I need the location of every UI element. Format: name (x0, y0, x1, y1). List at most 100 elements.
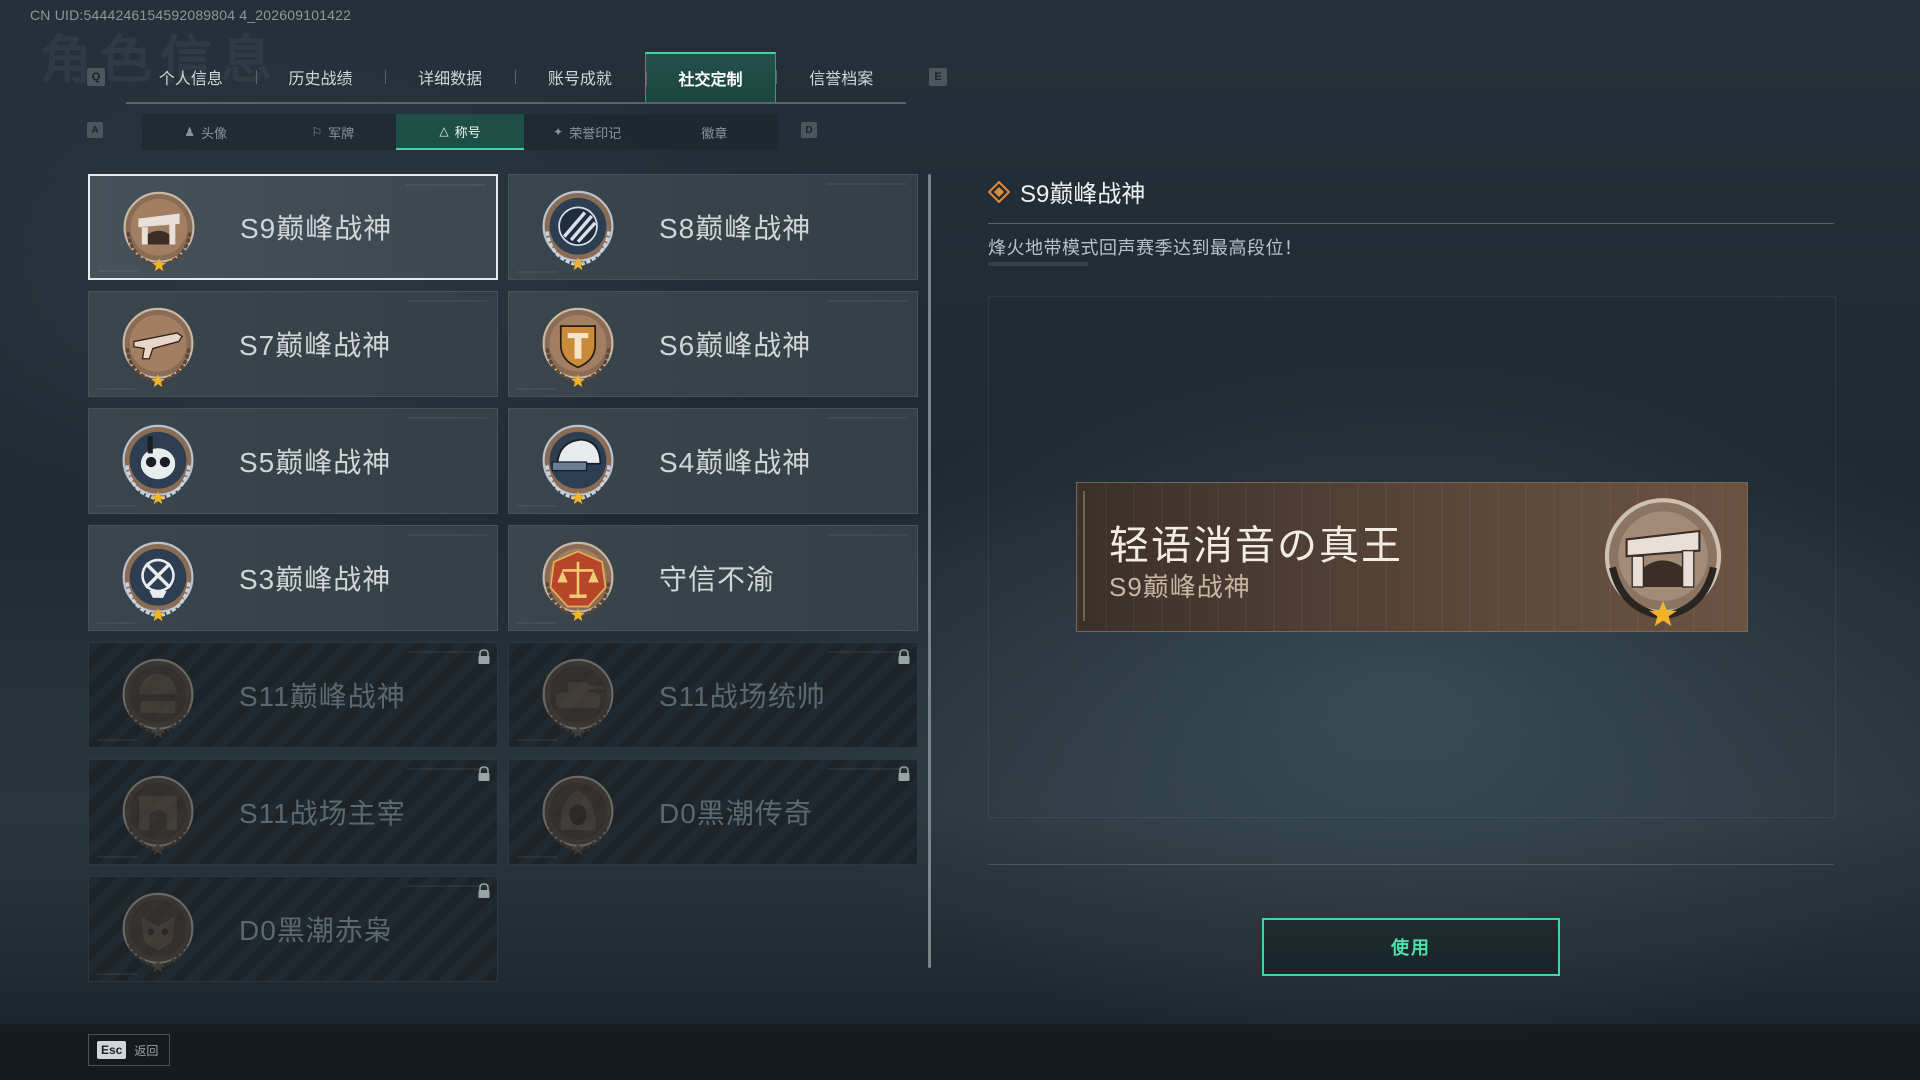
arch-medal-icon (115, 770, 201, 856)
title-card-label: S3巅峰战神 (239, 564, 392, 595)
detail-description: 烽火地带模式回声赛季达到最高段位！ (988, 238, 1303, 258)
e-key-hint[interactable]: E (929, 68, 947, 86)
card-decor (406, 184, 486, 186)
title-card-label: 守信不渝 (659, 564, 776, 595)
sub-tabs: ♟ 头像 ⚐ 军牌 △ 称号 ✦ 荣誉印记 徽章 (142, 114, 778, 150)
person-icon: ♟ (184, 125, 195, 139)
diamond-icon (988, 180, 1010, 203)
title-card[interactable]: S11巅峰战神 (88, 642, 498, 748)
detail-header: S9巅峰战神 (988, 174, 1145, 209)
detail-title-text: S9巅峰战神 (1020, 181, 1146, 208)
scrollbar[interactable] (928, 174, 931, 968)
card-decor (827, 768, 907, 770)
lock-icon (898, 649, 910, 664)
owl-mask-medal-icon (115, 887, 201, 973)
emblem-icon: ✦ (553, 125, 564, 139)
title-card-label: S4巅峰战神 (659, 447, 812, 478)
title-card[interactable]: D0黑潮传奇 (508, 759, 918, 865)
title-card[interactable]: S8巅峰战神 (508, 174, 918, 280)
slash-medal-icon (535, 185, 621, 271)
title-card-label: S5巅峰战神 (239, 447, 392, 478)
card-decor (97, 856, 137, 858)
title-card-label: S7巅峰战神 (239, 330, 392, 361)
subtab-title[interactable]: △ 称号 (396, 114, 524, 150)
helmet-medal-icon (535, 419, 621, 505)
card-decor (827, 417, 907, 419)
skull-diver-medal-icon (115, 419, 201, 505)
card-decor (97, 973, 137, 975)
lock-icon (478, 649, 490, 664)
subtab-label: 荣誉印记 (569, 125, 622, 141)
main-tabs: 个人信息 历史战绩 详细数据 账号成就 社交定制 信誉档案 (126, 52, 906, 104)
title-card[interactable]: 守信不渝 (508, 525, 918, 631)
tab-detailed-stats[interactable]: 详细数据 (385, 52, 515, 102)
title-card[interactable]: S3巅峰战神 (88, 525, 498, 631)
card-decor (517, 856, 557, 858)
subtab-label: 头像 (200, 125, 227, 141)
back-button[interactable]: Esc 返回 (88, 1034, 170, 1066)
card-decor (407, 417, 487, 419)
subtab-label: 军牌 (328, 125, 355, 141)
subtab-label: 徽章 (701, 125, 728, 141)
title-card-label: S6巅峰战神 (659, 330, 812, 361)
card-decor (97, 622, 137, 624)
title-card[interactable]: S9巅峰战神 (88, 174, 498, 280)
title-card-label: S11战场主宰 (239, 798, 406, 829)
compass-medal-icon (115, 536, 201, 622)
title-card[interactable]: S11战场主宰 (88, 759, 498, 865)
title-card-label: D0黑潮赤枭 (239, 915, 393, 946)
card-decor (407, 534, 487, 536)
subtab-badge[interactable]: 徽章 (651, 114, 778, 150)
divider (988, 864, 1834, 865)
card-decor (407, 300, 487, 302)
subtab-honor-mark[interactable]: ✦ 荣誉印记 (524, 114, 651, 150)
title-card-label: S9巅峰战神 (240, 213, 393, 244)
lock-icon (478, 883, 490, 898)
title-card[interactable]: S5巅峰战神 (88, 408, 498, 514)
footer-bar (0, 1024, 1920, 1080)
monument-medal-icon (1604, 498, 1722, 627)
tab-personal-info[interactable]: 个人信息 (126, 52, 256, 102)
subtab-dogtag[interactable]: ⚐ 军牌 (269, 114, 396, 150)
triangle-icon: △ (439, 124, 449, 138)
card-decor (407, 885, 487, 887)
tab-match-history[interactable]: 历史战绩 (255, 52, 386, 102)
title-card-label: D0黑潮传奇 (659, 798, 813, 829)
title-card[interactable]: S4巅峰战神 (508, 408, 918, 514)
title-card-label: S11巅峰战神 (239, 681, 406, 712)
subtab-label: 称号 (454, 124, 481, 140)
title-card[interactable]: D0黑潮赤枭 (88, 876, 498, 982)
title-card[interactable]: S11战场统帅 (508, 642, 918, 748)
subtab-avatar[interactable]: ♟ 头像 (142, 114, 269, 150)
card-decor (407, 651, 487, 653)
monument-medal-icon (116, 186, 202, 272)
back-label: 返回 (134, 1043, 159, 1058)
rifle-medal-icon (115, 302, 201, 388)
card-decor (517, 271, 557, 273)
card-decor (97, 505, 137, 507)
use-button[interactable]: 使用 (1262, 918, 1560, 976)
title-card[interactable]: S6巅峰战神 (508, 291, 918, 397)
shield-t-medal-icon (535, 302, 621, 388)
card-decor (827, 534, 907, 536)
lock-icon (478, 766, 490, 781)
tab-social-customization[interactable]: 社交定制 (644, 52, 777, 102)
card-decor (407, 768, 487, 770)
banner-title-name: S9巅峰战神 (1109, 572, 1251, 602)
title-card-label: S11战场统帅 (659, 681, 826, 712)
divider (988, 223, 1834, 224)
d-key-hint[interactable]: D (801, 122, 817, 138)
card-decor (97, 388, 137, 390)
title-card[interactable]: S7巅峰战神 (88, 291, 498, 397)
lock-icon (898, 766, 910, 781)
scales-medal-icon (535, 536, 621, 622)
hood-medal-icon (535, 770, 621, 856)
q-key-hint[interactable]: Q (87, 68, 105, 86)
esc-key-hint: Esc (97, 1041, 127, 1059)
decor-bar (988, 262, 1088, 266)
card-decor (827, 300, 907, 302)
tab-reputation[interactable]: 信誉档案 (776, 52, 906, 102)
a-key-hint[interactable]: A (87, 122, 103, 138)
tab-achievements[interactable]: 账号成就 (515, 52, 645, 102)
card-decor (97, 739, 137, 741)
